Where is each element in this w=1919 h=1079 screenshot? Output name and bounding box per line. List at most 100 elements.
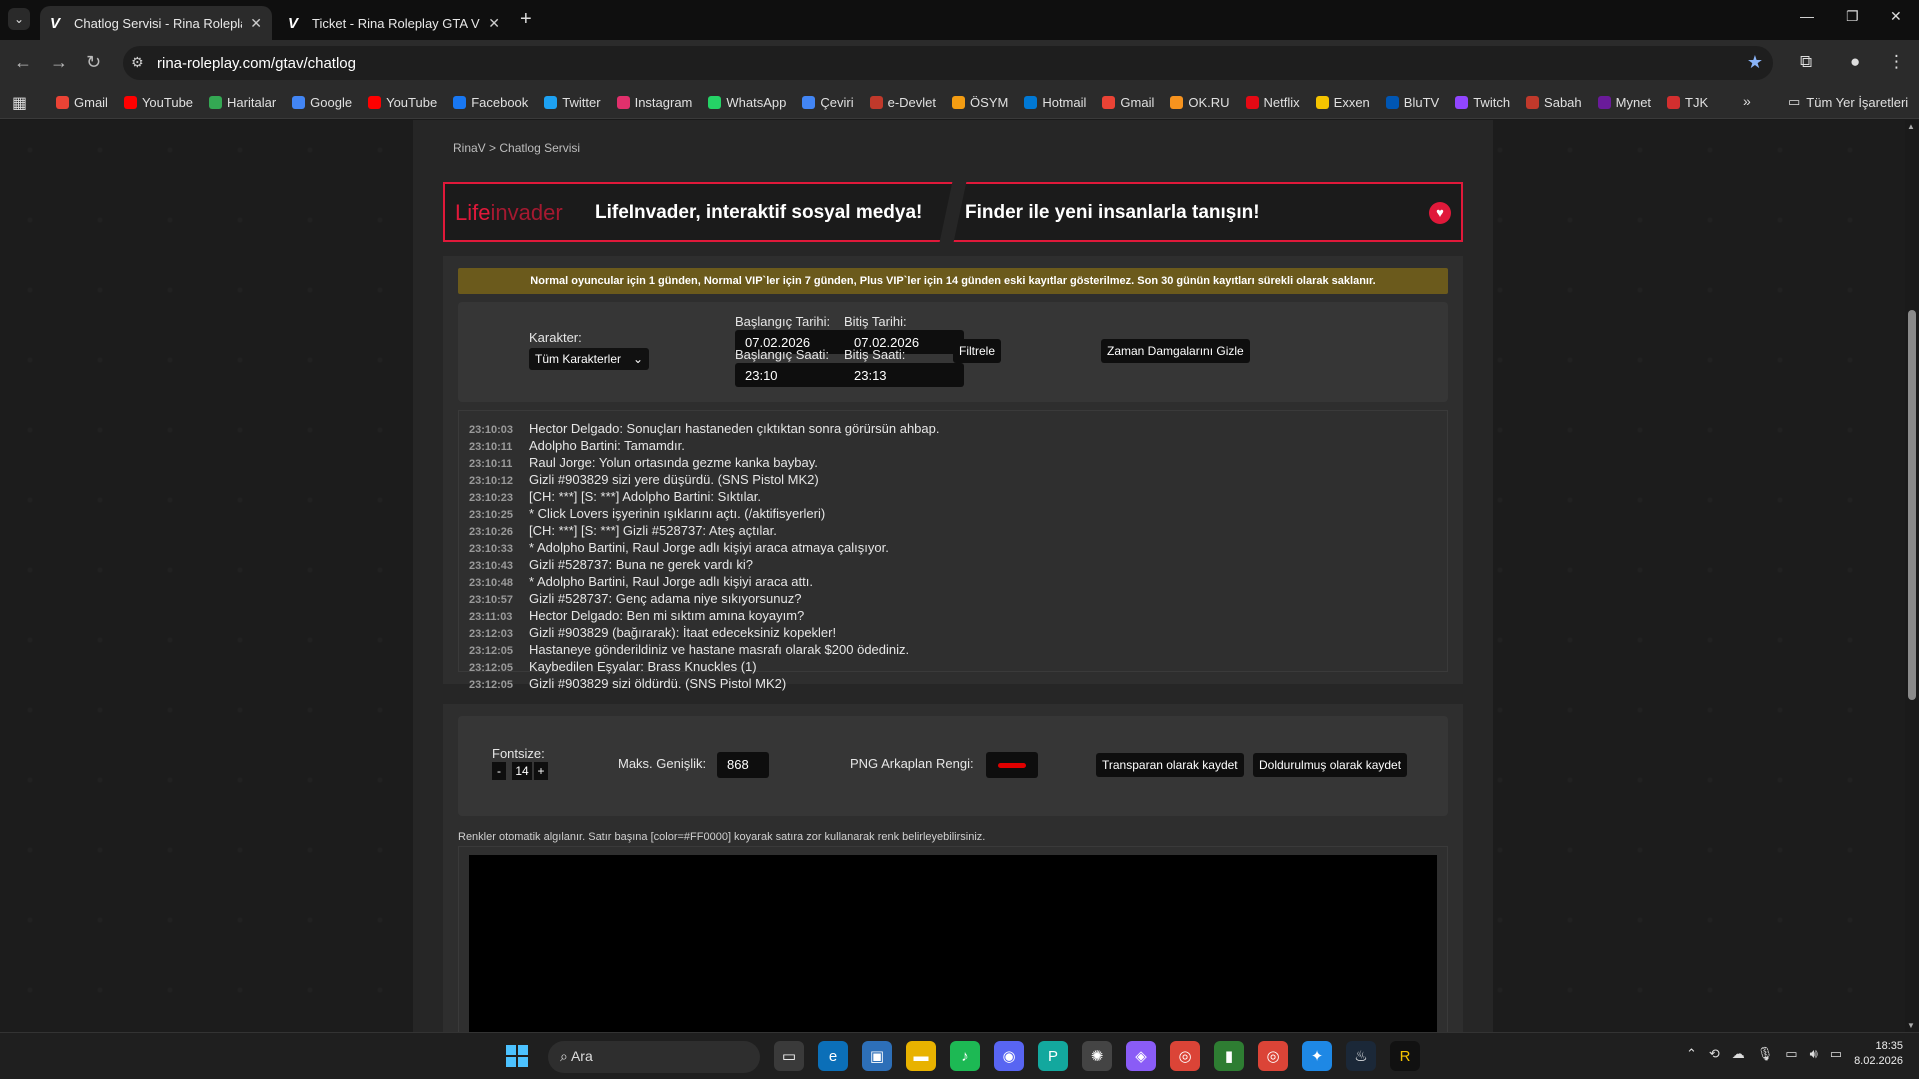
rage-icon[interactable]: R (1390, 1041, 1420, 1071)
sync-icon[interactable]: ⟲ (1709, 1046, 1720, 1062)
url-text[interactable]: rina-roleplay.com/gtav/chatlog (157, 55, 356, 72)
bookmark-item[interactable]: YouTube (368, 95, 437, 110)
scroll-up-icon[interactable]: ▲ (1907, 122, 1915, 131)
windows-start-icon[interactable] (506, 1045, 528, 1067)
start-time-input[interactable]: 23:10 (735, 363, 855, 387)
taskbar-search[interactable]: ⌕ Ara (548, 1041, 760, 1073)
back-icon[interactable]: ← (14, 52, 32, 73)
bookmark-favicon-icon (1597, 95, 1611, 109)
bookmark-item[interactable]: Sabah (1526, 95, 1582, 110)
tab-search-button[interactable]: ⌄ (8, 8, 30, 30)
game-launcher-icon[interactable]: ✦ (1302, 1041, 1332, 1071)
log-text: Gizli #528737: Buna ne gerek vardı ki? (529, 557, 754, 572)
all-bookmarks-folder[interactable]: ▭ Tüm Yer İşaretleri (1788, 94, 1908, 110)
bookmark-item[interactable]: Hotmail (1024, 95, 1086, 110)
bookmark-item[interactable]: Exxen (1315, 95, 1370, 110)
bookmark-item[interactable]: Çeviri (802, 95, 854, 110)
log-timestamp: 23:10:11 (469, 441, 513, 453)
end-time-input[interactable]: 23:13 (844, 363, 964, 387)
bookmark-item[interactable]: YouTube (123, 95, 193, 110)
store-icon[interactable]: ▣ (862, 1041, 892, 1071)
save-transparent-button[interactable]: Transparan olarak kaydet (1096, 753, 1244, 777)
bookmark-item[interactable]: Gmail (56, 95, 108, 110)
bookmark-item[interactable]: Netflix (1245, 94, 1300, 110)
png-preview-canvas[interactable] (469, 855, 1437, 1032)
steam-icon[interactable]: ♨ (1346, 1041, 1376, 1071)
new-tab-button[interactable]: + (520, 8, 532, 31)
reload-icon[interactable]: ↻ (86, 52, 101, 73)
preview-frame (458, 846, 1448, 1032)
bookmark-star-icon[interactable]: ★ (1747, 52, 1763, 73)
breadcrumb-root[interactable]: RinaV (453, 141, 486, 155)
bookmark-item[interactable]: Mynet (1597, 95, 1651, 110)
bookmark-item[interactable]: ÖSYM (952, 95, 1008, 110)
scrollbar-thumb[interactable] (1908, 310, 1916, 700)
copilot-icon[interactable]: ◈ (1126, 1041, 1156, 1071)
minimize-icon[interactable]: — (1800, 8, 1814, 24)
address-bar[interactable]: ⚙ rina-roleplay.com/gtav/chatlog ★ (123, 46, 1773, 80)
chrome-profile-icon[interactable]: ◎ (1258, 1041, 1288, 1071)
network-icon[interactable]: ▭ (1785, 1046, 1797, 1062)
page-scrollbar[interactable]: ▲ ▼ (1905, 120, 1919, 1032)
character-select[interactable]: Tüm Karakterler ⌄ (529, 348, 649, 370)
battery-icon[interactable]: ▭ (1830, 1046, 1842, 1062)
bookmark-label: Google (310, 94, 353, 110)
bookmark-label: Netflix (1263, 94, 1300, 110)
scroll-down-icon[interactable]: ▼ (1907, 1021, 1915, 1030)
save-filled-button[interactable]: Doldurulmuş olarak kaydet (1253, 753, 1408, 777)
max-width-label: Maks. Genişlik: (618, 756, 707, 771)
bookmark-favicon-icon (1170, 95, 1184, 109)
bookmark-item[interactable]: Google (292, 95, 352, 110)
apps-grid-icon[interactable]: ▦ (12, 93, 27, 113)
close-icon[interactable]: ✕ (488, 15, 500, 32)
forward-icon[interactable]: → (50, 52, 68, 73)
extensions-icon[interactable]: ⧉ (1800, 52, 1812, 72)
discord-icon[interactable]: ◉ (994, 1041, 1024, 1071)
png-bg-color-picker[interactable] (986, 752, 1038, 778)
onedrive-icon[interactable]: ☁ (1732, 1046, 1745, 1062)
edge-icon[interactable]: e (818, 1041, 848, 1071)
file-explorer-icon[interactable]: ▬ (906, 1041, 936, 1071)
max-width-input[interactable]: 868 (717, 752, 769, 778)
profile-avatar-icon[interactable]: ● (1850, 52, 1860, 72)
tab-chatlog[interactable]: V Chatlog Servisi - Rina Roleplay ✕ (40, 6, 272, 40)
close-icon[interactable]: ✕ (250, 15, 262, 32)
bookmark-item[interactable]: BluTV (1385, 95, 1439, 110)
log-line: 23:10:11 Raul Jorge: Yolun ortasında gezm… (469, 455, 1437, 472)
fontsize-decrease-button[interactable]: - (492, 762, 506, 780)
bookmark-item[interactable]: TJK (1667, 95, 1708, 110)
tab-ticket[interactable]: V Ticket - Rina Roleplay GTA V | v ✕ (278, 6, 510, 40)
hide-timestamps-button[interactable]: Zaman Damgalarını Gizle (1101, 339, 1250, 363)
bookmark-item[interactable]: WhatsApp (708, 95, 786, 110)
bookmark-item[interactable]: Gmail (1102, 95, 1154, 110)
window-close-icon[interactable]: ✕ (1890, 8, 1902, 25)
tray-chevron-up-icon[interactable]: ⌃ (1686, 1046, 1697, 1062)
chrome-icon[interactable]: ◎ (1170, 1041, 1200, 1071)
bookmark-item[interactable]: Twitch (1455, 95, 1510, 110)
bookmark-item[interactable]: Haritalar (209, 95, 276, 110)
bookmark-item[interactable]: OK.RU (1170, 95, 1230, 110)
restore-icon[interactable]: ❐ (1846, 8, 1859, 25)
task-view-icon[interactable]: ▭ (774, 1041, 804, 1071)
microphone-icon[interactable]: 🎙︎ (1757, 1046, 1774, 1062)
filter-button[interactable]: Filtrele (953, 339, 1002, 363)
bookmark-item[interactable]: Facebook (453, 95, 528, 110)
more-bookmarks-icon[interactable]: » (1743, 93, 1751, 109)
bookmarks-bar: ▦ Gmail YouTube Haritalar Google YouTube Face… (0, 85, 1919, 119)
log-text: * Adolpho Bartini, Raul Jorge adlı kişiy… (529, 574, 813, 589)
fontsize-increase-button[interactable]: + (534, 762, 548, 780)
chatlog-output[interactable]: 23:10:03 Hector Delgado: Sonuçları hastan… (458, 410, 1448, 691)
clock[interactable]: 18:35 8.02.2026 (1854, 1039, 1903, 1069)
p-app-icon[interactable]: P (1038, 1041, 1068, 1071)
bookmark-item[interactable]: e-Devlet (869, 95, 936, 110)
lifeinvader-banner[interactable]: Lifeinvader LifeInvader, interaktif sosy… (443, 182, 1463, 242)
site-info-icon[interactable]: ⚙ (131, 54, 144, 71)
menu-dots-icon[interactable]: ⋮ (1888, 52, 1905, 72)
bookmark-item[interactable]: Twitter (544, 95, 601, 110)
chatgpt-icon[interactable]: ✺ (1082, 1041, 1112, 1071)
spotify-icon[interactable]: ♪ (950, 1041, 980, 1071)
bookmark-item[interactable]: Instagram (616, 95, 692, 110)
volume-icon[interactable]: 🔊︎ (1810, 1046, 1818, 1062)
nvidia-icon[interactable]: ▮ (1214, 1041, 1244, 1071)
character-label: Karakter: (529, 330, 582, 345)
